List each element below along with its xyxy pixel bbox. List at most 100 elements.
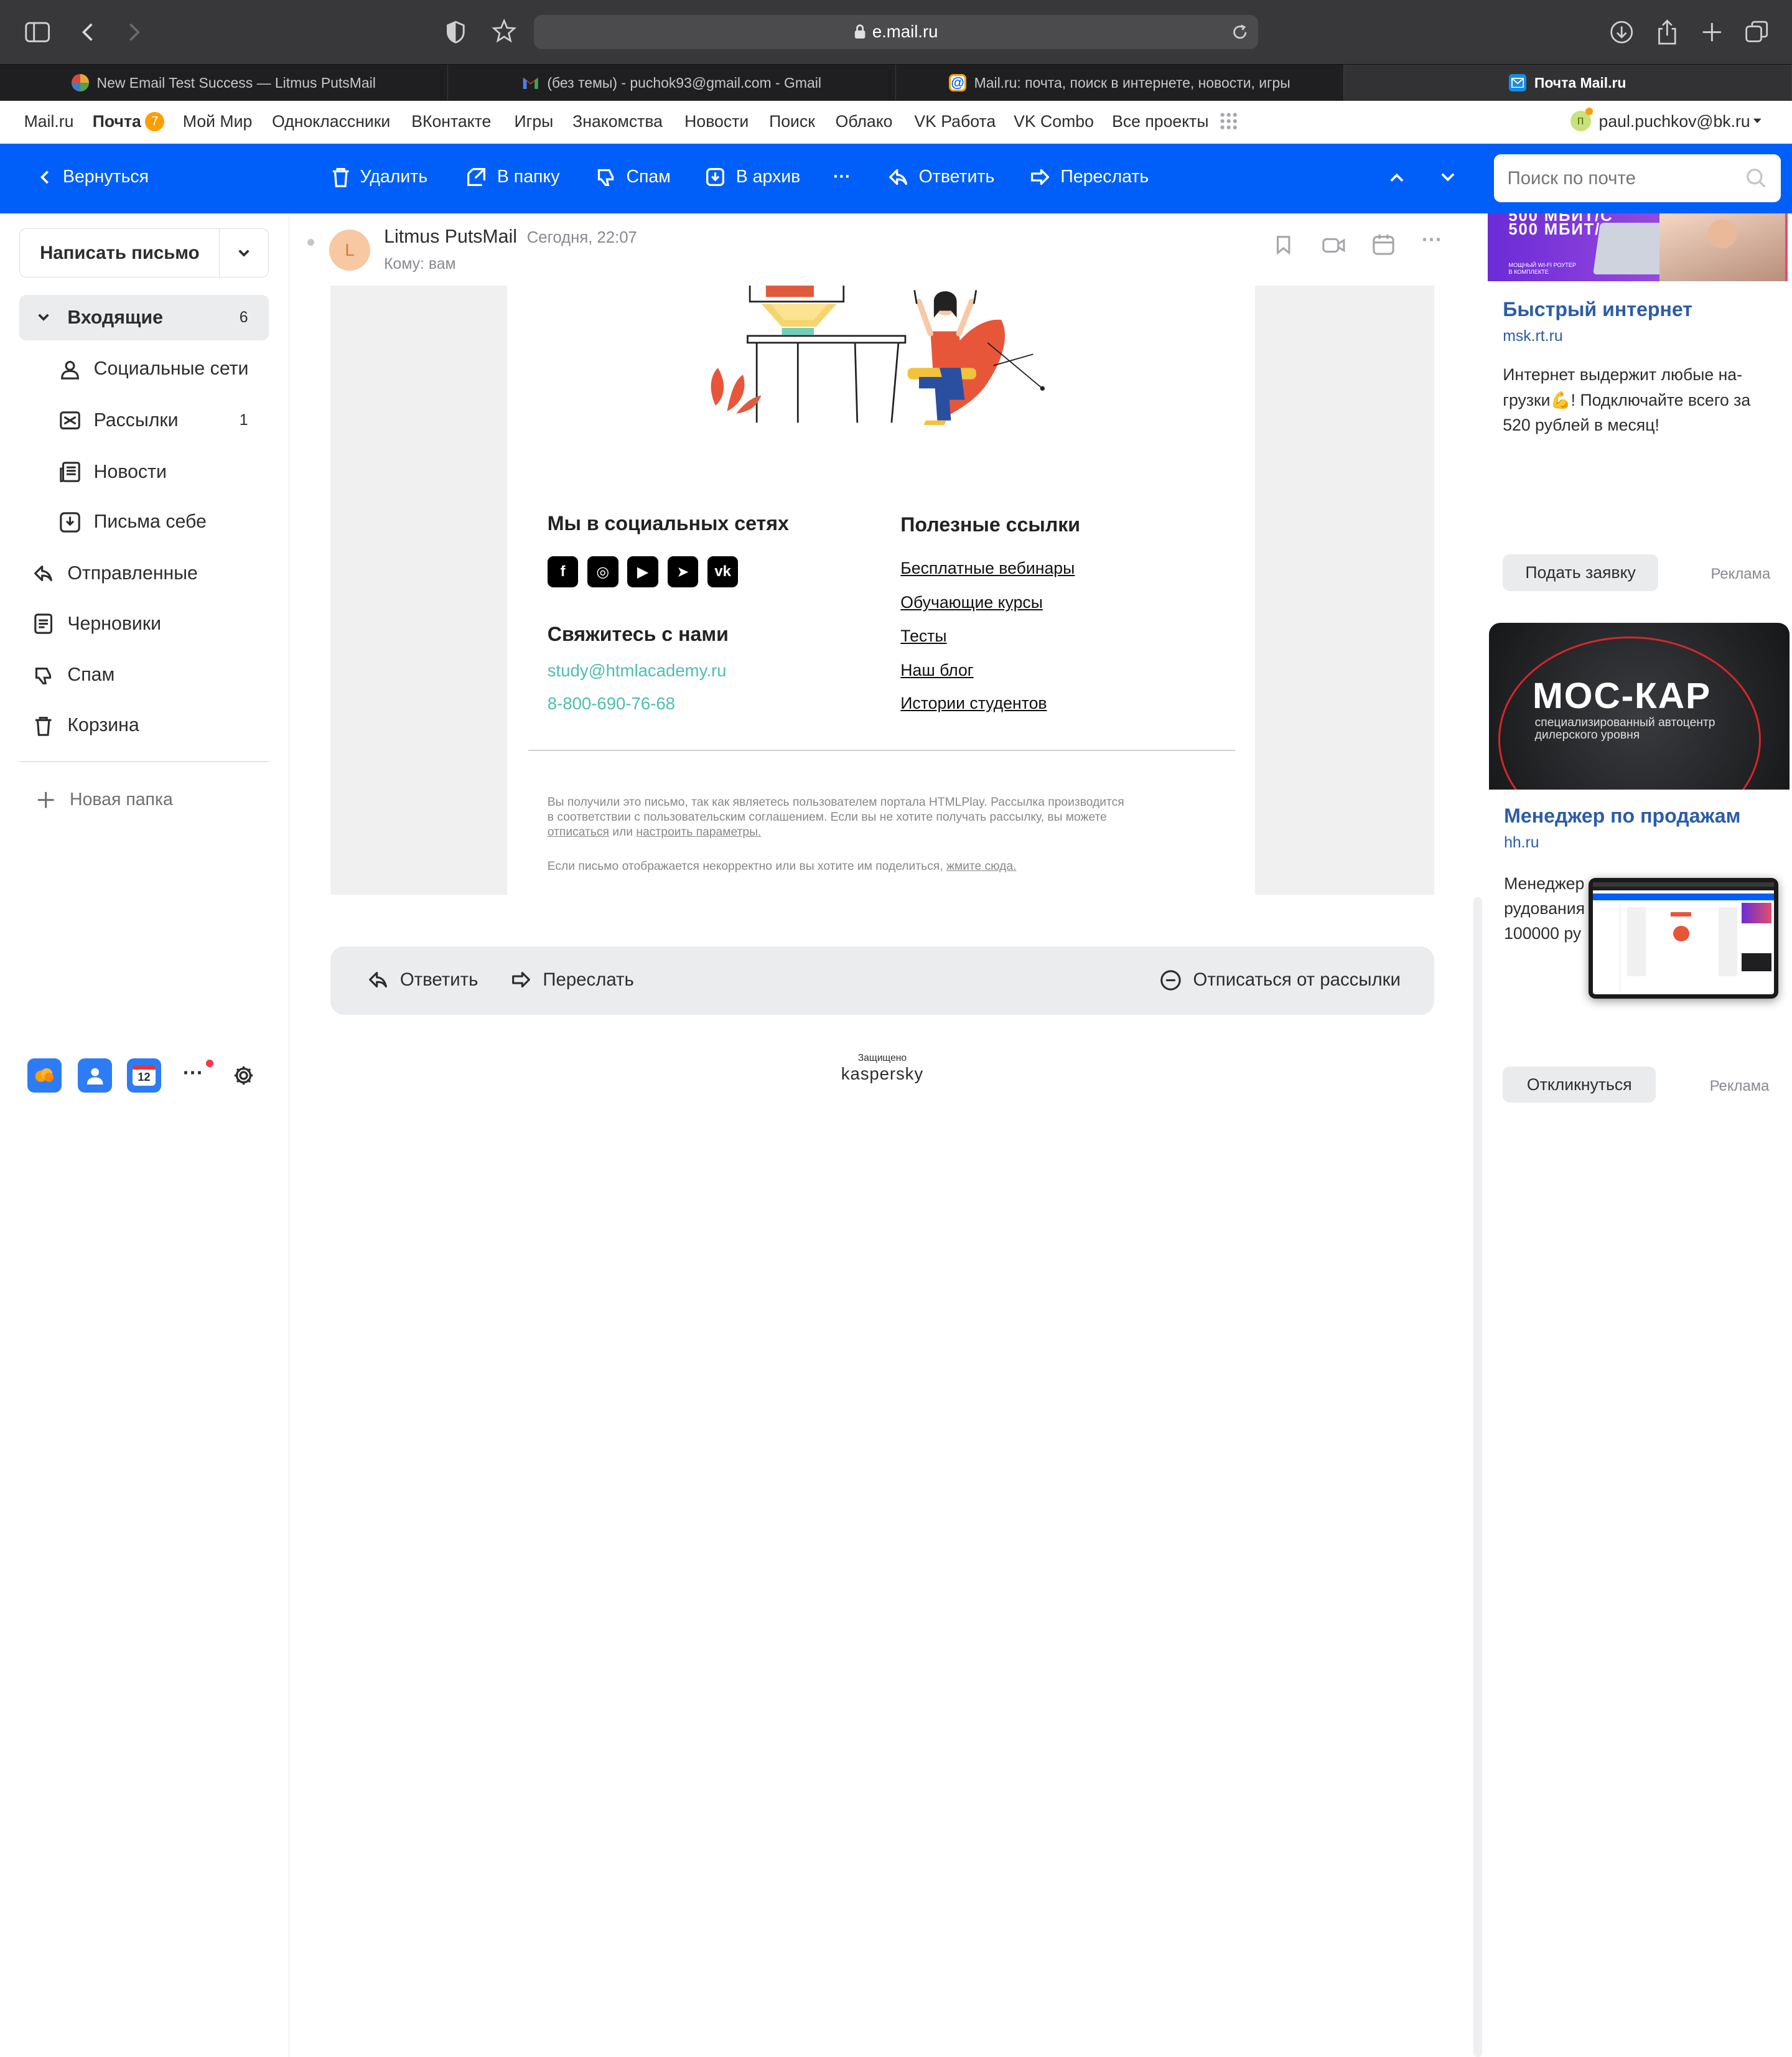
screenshot-preview-thumbnail[interactable] (1589, 877, 1778, 999)
delete-button[interactable]: Удалить (332, 167, 427, 188)
link-blog[interactable]: Наш блог (900, 661, 973, 680)
link-courses[interactable]: Обучающие курсы (900, 593, 1043, 612)
portal-link-all-projects[interactable]: Все проекты (1112, 112, 1208, 131)
tab-litmus[interactable]: New Email Test Success — Litmus PutsMail (0, 64, 448, 101)
contact-email-link[interactable]: study@htmlacademy.ru (548, 661, 727, 681)
portal-link-search[interactable]: Поиск (769, 112, 815, 131)
portal-link-mymir[interactable]: Мой Мир (183, 112, 252, 131)
ad-apply-button[interactable]: Подать заявку (1503, 554, 1659, 591)
share-icon[interactable] (1656, 16, 1679, 48)
portal-link-games[interactable]: Игры (515, 112, 554, 131)
moskar-ad-banner[interactable]: МОС-КАР специализированный автоцентр диле… (1489, 622, 1790, 790)
folder-inbox[interactable]: Входящие 6 (19, 294, 269, 341)
mail-search[interactable] (1493, 154, 1781, 203)
new-folder-button[interactable]: Новая папка (19, 777, 268, 823)
tab-overview-icon[interactable] (1744, 16, 1769, 48)
privacy-shield-icon[interactable] (444, 16, 467, 48)
next-message-button[interactable] (1440, 172, 1456, 183)
forward-button[interactable]: Переслать (1030, 167, 1149, 187)
compose-button[interactable]: Написать письмо (20, 229, 220, 278)
unsubscribe-link[interactable]: отписаться (548, 826, 609, 839)
gear-icon[interactable] (233, 1065, 254, 1086)
sidebar-toggle-icon[interactable] (25, 16, 50, 48)
read-status-dot[interactable] (307, 238, 315, 246)
chevron-down-icon[interactable] (31, 305, 56, 330)
compose-menu-button[interactable] (220, 229, 268, 277)
contacts-app-icon[interactable] (77, 1058, 112, 1093)
portal-link-cloud[interactable]: Облако (836, 112, 893, 131)
search-icon[interactable] (1746, 168, 1766, 189)
ad-respond-button[interactable]: Откликнуться (1503, 1066, 1656, 1103)
portal-link-dating[interactable]: Знакомства (572, 112, 663, 131)
tab-gmail[interactable]: (без темы) - puchok93@gmail.com - Gmail (448, 64, 896, 101)
reload-icon[interactable] (1231, 23, 1249, 41)
more-apps-button[interactable]: ··· (183, 1061, 203, 1085)
link-stories[interactable]: Истории студентов (900, 694, 1047, 713)
portal-link-vk-combo[interactable]: VK Combo (1014, 112, 1094, 131)
folder-sent[interactable]: Отправленные (19, 551, 268, 596)
archive-button[interactable]: В архив (705, 167, 800, 187)
instagram-icon[interactable]: ◎ (587, 556, 618, 588)
spam-button[interactable]: Спам (595, 167, 671, 187)
reply-button[interactable]: Ответить (368, 969, 478, 991)
forward-icon[interactable] (126, 16, 142, 48)
folder-newsletters[interactable]: Рассылки 1 (19, 398, 268, 443)
link-webinars[interactable]: Бесплатные вебинары (900, 559, 1075, 578)
portal-link-ok[interactable]: Одноклассники (272, 112, 390, 131)
portal-link-news[interactable]: Новости (684, 112, 749, 131)
ad-domain[interactable]: msk.rt.ru (1503, 328, 1562, 345)
sender-name[interactable]: Litmus PutsMail (384, 226, 517, 247)
calendar-app-icon[interactable]: 12 (126, 1058, 161, 1093)
link-tests[interactable]: Тесты (900, 627, 946, 646)
more-actions-button[interactable]: ··· (833, 167, 851, 187)
new-tab-icon[interactable] (1701, 16, 1724, 48)
ad-title[interactable]: Быстрый интернет (1503, 298, 1692, 321)
bookmark-icon[interactable] (1274, 235, 1292, 255)
scrollbar[interactable] (1473, 897, 1483, 2057)
tab-mailru-portal[interactable]: @ Mail.ru: почта, поиск в интернете, нов… (896, 64, 1344, 101)
more-options-icon[interactable]: ··· (1422, 228, 1442, 252)
portal-link-vk[interactable]: ВКонтакте (411, 112, 491, 131)
unsubscribe-button[interactable]: Отписаться от рассылки (1160, 969, 1401, 991)
folder-spam[interactable]: Спам (19, 653, 268, 698)
folder-trash[interactable]: Корзина (19, 703, 268, 749)
address-bar[interactable]: e.mail.ru (533, 14, 1259, 49)
video-call-icon[interactable] (1322, 235, 1345, 255)
ad-domain[interactable]: hh.ru (1504, 834, 1539, 852)
chevron-down-icon[interactable] (1752, 116, 1763, 126)
previous-message-button[interactable] (1389, 172, 1405, 183)
youtube-icon[interactable]: ▶ (627, 556, 658, 588)
telegram-icon[interactable]: ➤ (667, 556, 699, 588)
back-button[interactable]: Вернуться (39, 167, 149, 187)
calendar-icon[interactable] (1373, 233, 1394, 255)
folder-news[interactable]: Новости (19, 449, 268, 495)
folder-drafts[interactable]: Черновики (19, 601, 268, 646)
folder-to-self[interactable]: Письма себе (19, 500, 268, 545)
portal-link-mail[interactable]: Почта (93, 112, 141, 131)
forward-button[interactable]: Переслать (511, 969, 634, 991)
settings-link[interactable]: настроить параметры. (636, 826, 761, 839)
user-email[interactable]: paul.puchkov@bk.ru (1599, 112, 1750, 131)
bookmark-star-icon[interactable] (492, 16, 516, 48)
move-to-folder-button[interactable]: В папку (466, 167, 559, 187)
message-date: Сегодня, 22:07 (526, 228, 637, 246)
back-icon[interactable] (80, 16, 96, 48)
view-online-link[interactable]: жмите сюда. (946, 860, 1017, 873)
folder-social[interactable]: Социальные сети (19, 347, 268, 392)
thumb-tabs (1593, 887, 1774, 890)
search-input[interactable] (1507, 166, 1736, 191)
facebook-icon[interactable]: f (547, 556, 579, 588)
downloads-icon[interactable] (1609, 16, 1634, 48)
portal-link-vk-work[interactable]: VK Работа (914, 112, 996, 131)
reply-button[interactable]: Ответить (888, 167, 994, 187)
contact-phone-link[interactable]: 8-800-690-76-68 (548, 694, 675, 714)
cloud-app-icon[interactable] (27, 1058, 62, 1093)
thumb-ad1 (1742, 902, 1771, 924)
ad-title[interactable]: Менеджер по продажам (1504, 805, 1740, 828)
vk-icon[interactable]: vk (707, 556, 739, 588)
tab-mailru-mail[interactable]: Почта Mail.ru (1343, 64, 1792, 101)
apps-grid-icon[interactable] (1220, 112, 1238, 130)
internet-ad-banner[interactable]: 500 МБИТ/С 500 МБИТ/С МОЩНЫЙ WI-FI РОУТЕР… (1488, 213, 1788, 281)
thumbnail-image (1593, 882, 1774, 994)
portal-link-mailru[interactable]: Mail.ru (24, 112, 74, 131)
